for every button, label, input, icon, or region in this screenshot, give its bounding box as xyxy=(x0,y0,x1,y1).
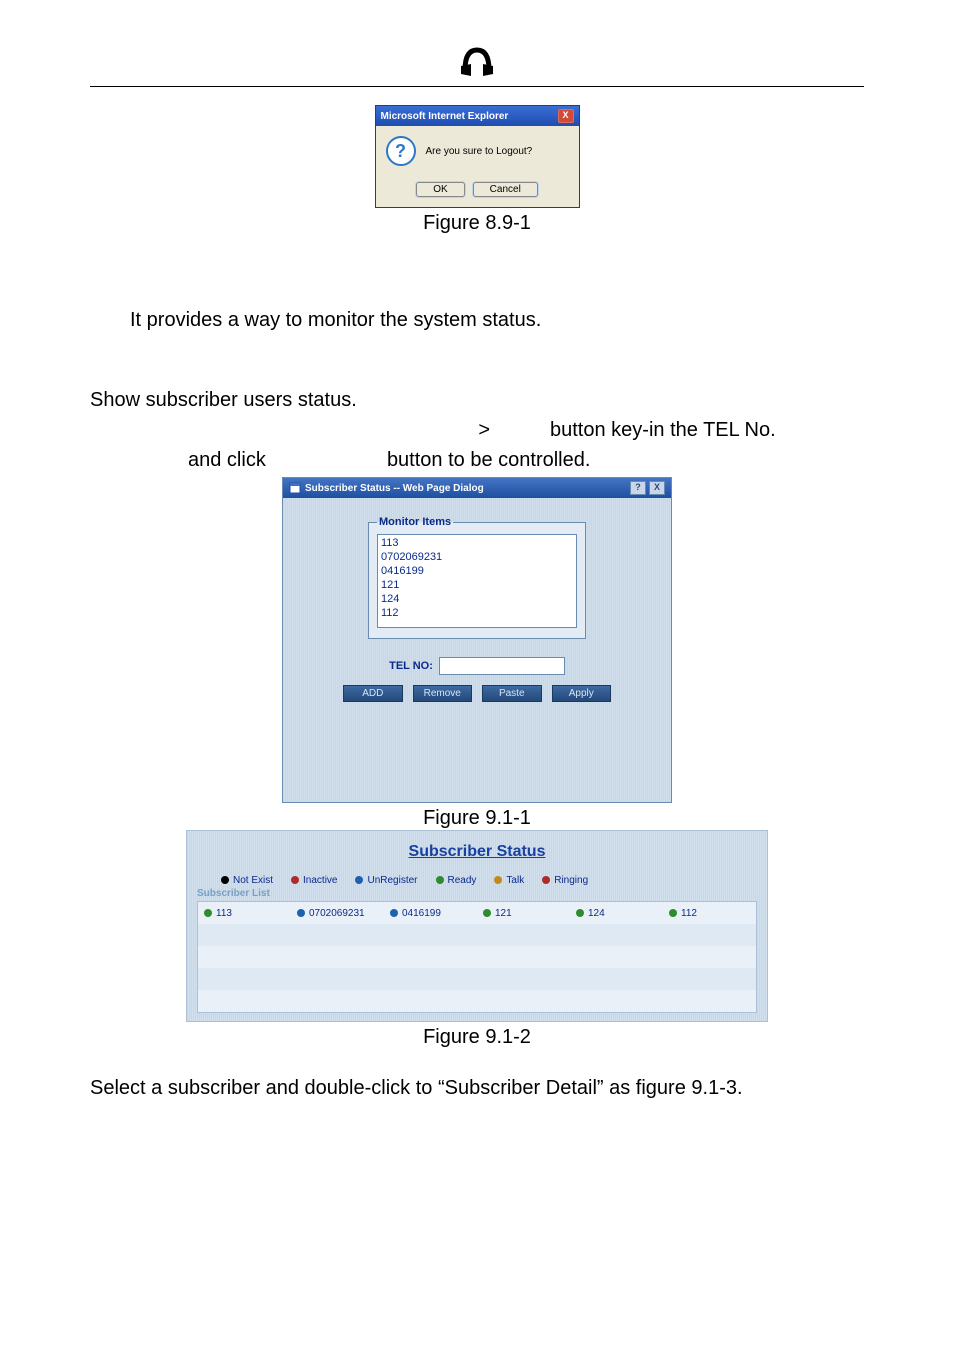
status-dot-icon xyxy=(494,876,502,884)
keyin-text: button key-in the TEL No. xyxy=(550,415,864,445)
apply-button[interactable]: Apply xyxy=(552,685,612,702)
table-row xyxy=(198,968,756,990)
header-rule xyxy=(90,86,864,87)
ok-button[interactable]: OK xyxy=(416,182,464,197)
logout-dialog: Microsoft Internet Explorer X ? Are you … xyxy=(375,105,580,208)
legend-item: Not Exist xyxy=(221,875,273,886)
monitor-items-list[interactable]: 113 0702069231 0416199 121 124 112 xyxy=(377,534,577,628)
status-dot-icon xyxy=(390,909,398,917)
subscriber-cell[interactable]: 124 xyxy=(570,908,663,919)
paste-button[interactable]: Paste xyxy=(482,685,542,702)
figure-caption-9-1-1: Figure 9.1-1 xyxy=(90,807,864,830)
legend-item: Talk xyxy=(494,875,524,886)
status-dot-icon xyxy=(669,909,677,917)
controlled-text: button to be controlled. xyxy=(387,449,590,471)
telno-label: TEL NO: xyxy=(389,660,433,672)
status-dot-icon xyxy=(436,876,444,884)
monitor-dialog-title: Subscriber Status -- Web Page Dialog xyxy=(305,483,484,494)
table-row xyxy=(198,946,756,968)
legend-item: Ringing xyxy=(542,875,588,886)
status-dot-icon xyxy=(297,909,305,917)
table-row xyxy=(198,924,756,946)
table-row[interactable]: 11307020692310416199121124112 xyxy=(198,902,756,924)
subscriber-cell[interactable]: 121 xyxy=(477,908,570,919)
subscriber-cell[interactable]: 0416199 xyxy=(384,908,477,919)
subscriber-list-label: Subscriber List xyxy=(197,888,757,899)
legend-item: UnRegister xyxy=(355,875,417,886)
paragraph-show: Show subscriber users status. xyxy=(90,385,864,415)
help-icon[interactable]: ? xyxy=(630,481,646,495)
monitor-dialog: Subscriber Status -- Web Page Dialog ? X… xyxy=(282,477,672,803)
paragraph-detail: Select a subscriber and double-click to … xyxy=(90,1073,864,1103)
legend-item: Ready xyxy=(436,875,477,886)
status-dot-icon xyxy=(576,909,584,917)
logo-icon xyxy=(457,40,497,80)
close-icon[interactable]: X xyxy=(649,481,665,495)
list-item[interactable]: 0702069231 xyxy=(381,550,573,564)
logout-dialog-title: Microsoft Internet Explorer xyxy=(381,111,509,122)
list-item[interactable]: 121 xyxy=(381,578,573,592)
subscriber-table: 11307020692310416199121124112 xyxy=(197,901,757,1013)
figure-caption-8-9-1: Figure 8.9-1 xyxy=(375,212,580,235)
subscriber-cell[interactable]: 0702069231 xyxy=(291,908,384,919)
subscriber-cell[interactable]: 113 xyxy=(198,908,291,919)
list-item[interactable]: 112 xyxy=(381,606,573,620)
legend-item: Inactive xyxy=(291,875,337,886)
gt-symbol: > xyxy=(90,415,550,445)
list-item[interactable]: 0416199 xyxy=(381,564,573,578)
figure-caption-9-1-2: Figure 9.1-2 xyxy=(90,1026,864,1049)
logout-dialog-message: Are you sure to Logout? xyxy=(426,146,533,157)
status-dot-icon xyxy=(542,876,550,884)
monitor-items-fieldset: Monitor Items 113 0702069231 0416199 121… xyxy=(368,516,586,639)
status-dot-icon xyxy=(204,909,212,917)
question-icon: ? xyxy=(386,136,416,166)
table-row xyxy=(198,990,756,1012)
logout-dialog-titlebar: Microsoft Internet Explorer X xyxy=(376,106,579,126)
andclick-text: and click xyxy=(188,449,266,471)
status-dot-icon xyxy=(355,876,363,884)
remove-button[interactable]: Remove xyxy=(413,685,473,702)
ie-page-icon xyxy=(289,482,301,494)
paragraph-monitor: It provides a way to monitor the system … xyxy=(90,305,864,335)
status-dot-icon xyxy=(483,909,491,917)
monitor-items-legend: Monitor Items xyxy=(377,516,453,528)
subscriber-status-title: Subscriber Status xyxy=(197,843,757,861)
status-dot-icon xyxy=(221,876,229,884)
close-icon[interactable]: X xyxy=(558,109,574,123)
list-item[interactable]: 124 xyxy=(381,592,573,606)
cancel-button[interactable]: Cancel xyxy=(473,182,538,197)
list-item[interactable]: 113 xyxy=(381,536,573,550)
subscriber-cell[interactable]: 112 xyxy=(663,908,756,919)
status-legend: Not Exist Inactive UnRegister Ready Talk Ring… xyxy=(197,875,757,886)
add-button[interactable]: ADD xyxy=(343,685,403,702)
subscriber-status-panel: Subscriber Status Not Exist Inactive UnReg… xyxy=(186,830,768,1022)
monitor-dialog-titlebar: Subscriber Status -- Web Page Dialog ? X xyxy=(283,478,671,498)
status-dot-icon xyxy=(291,876,299,884)
telno-input[interactable] xyxy=(439,657,565,675)
